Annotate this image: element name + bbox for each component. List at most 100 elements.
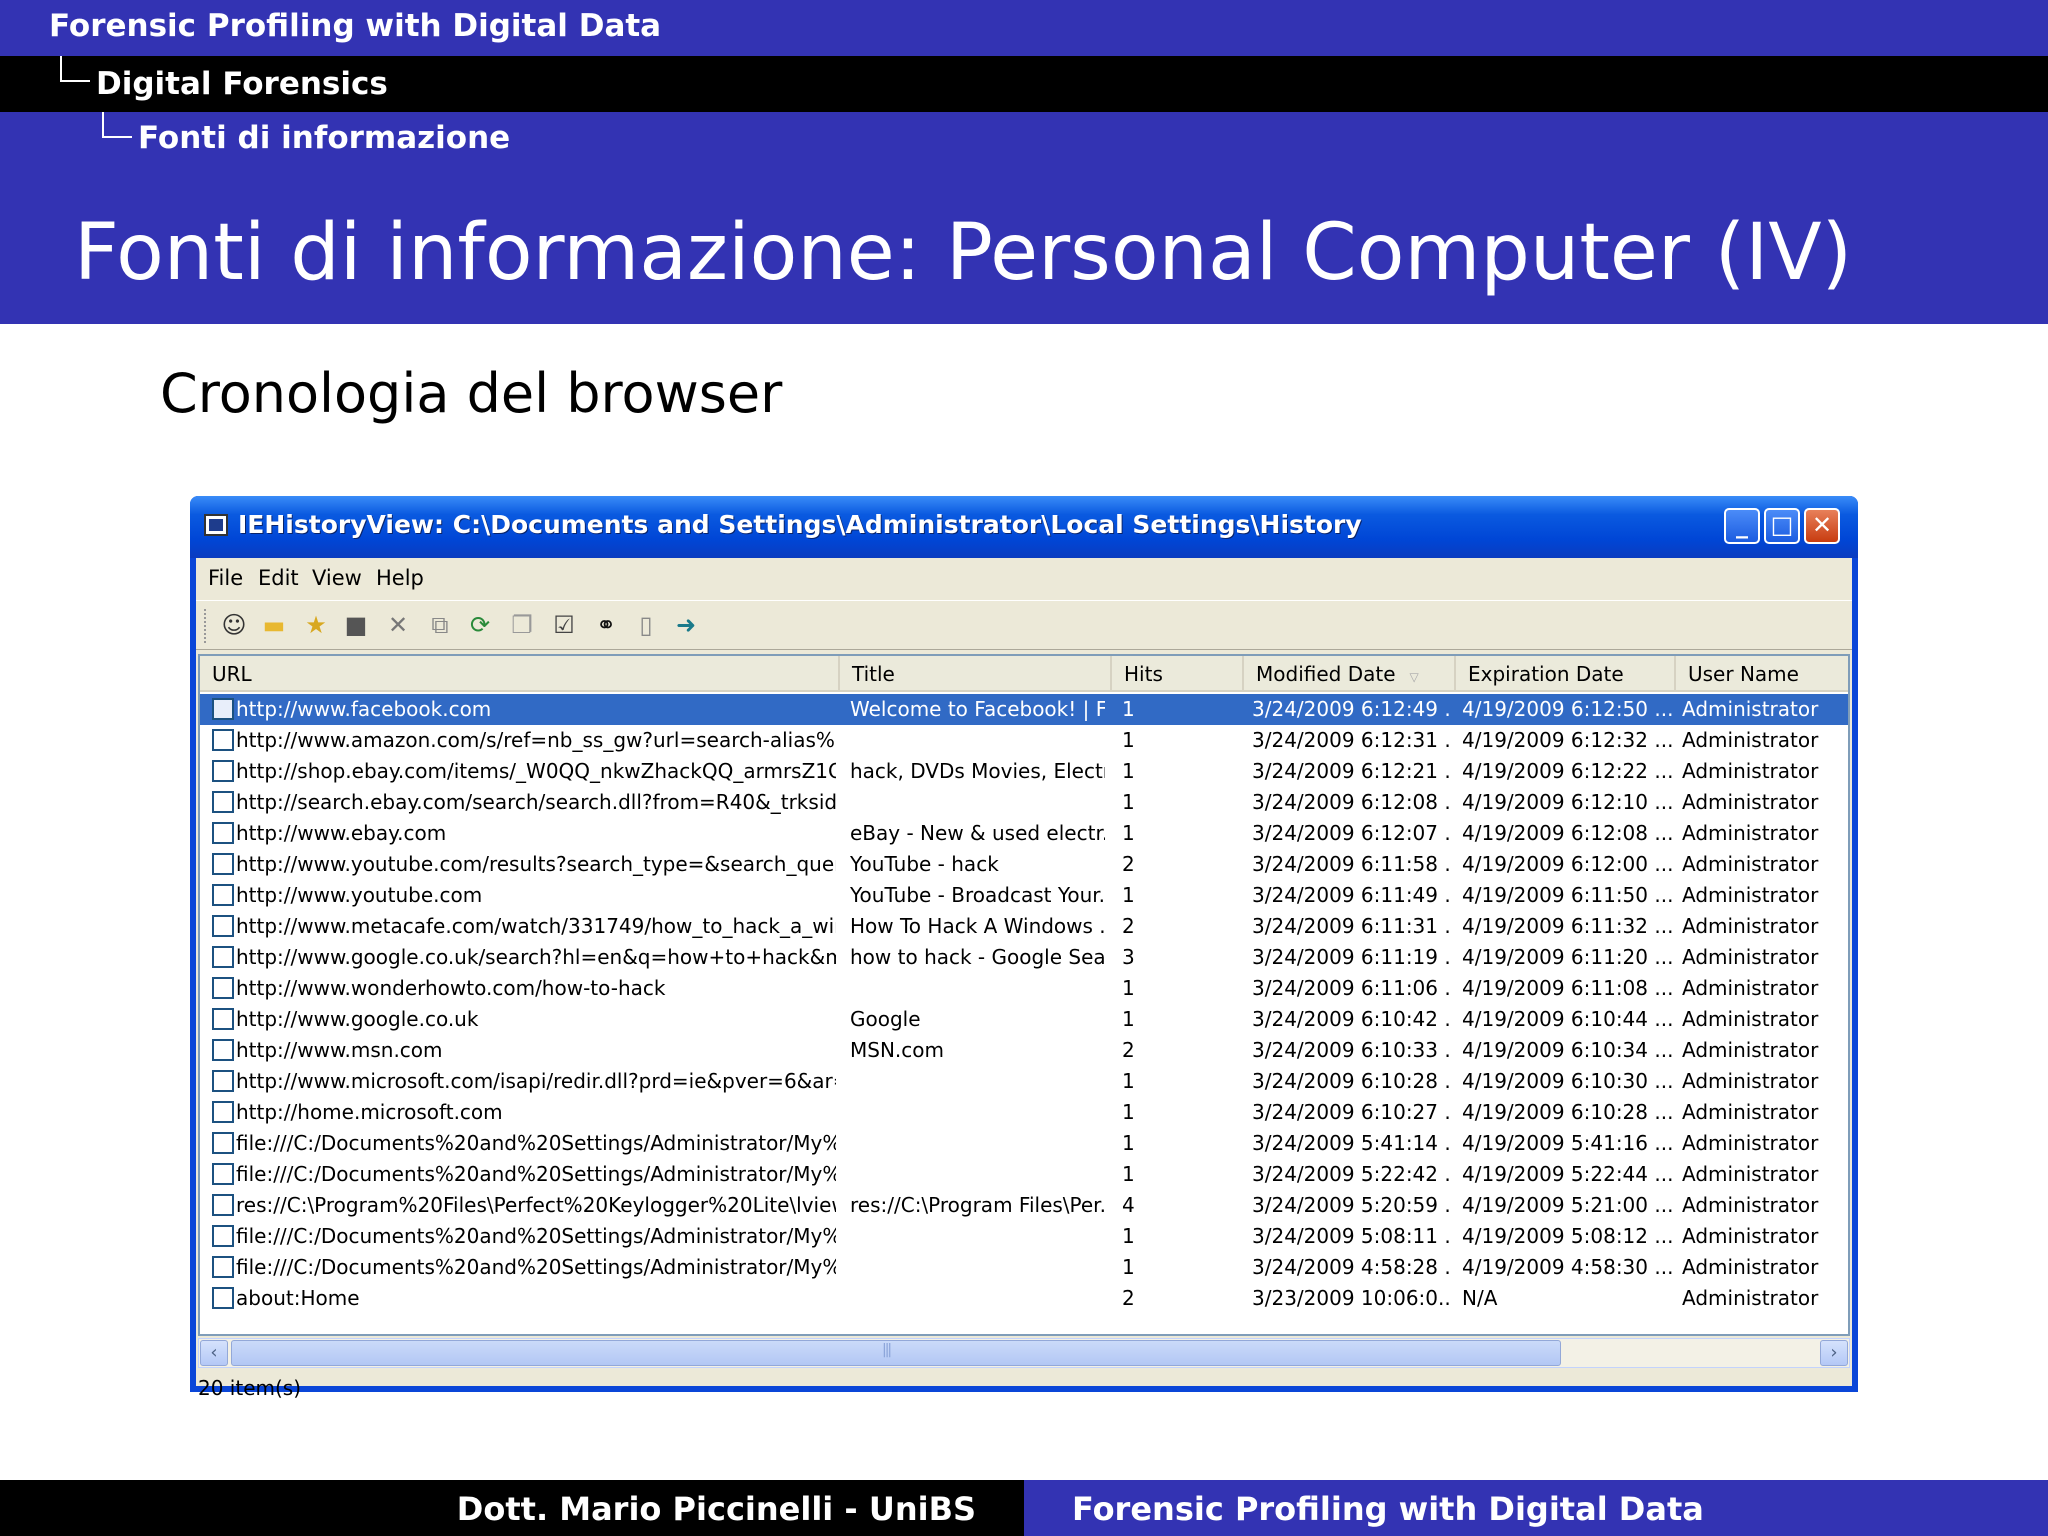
toolbar-grip[interactable] xyxy=(204,609,208,643)
cell-user-name: Administrator xyxy=(1682,1069,1819,1093)
header-section-bar: Forensic Profiling with Digital Data xyxy=(0,0,2048,56)
cell-title xyxy=(850,787,1105,818)
row-checkbox[interactable] xyxy=(212,1194,234,1216)
table-row[interactable]: http://home.microsoft.com 1 3/24/2009 6:10… xyxy=(200,1097,1848,1128)
cell-title: How To Hack A Windows ... xyxy=(850,914,1105,938)
cell-expiration-date: 4/19/2009 6:12:32 ... xyxy=(1462,728,1672,752)
table-row[interactable]: file:///C:/Documents%20and%20Settings/Ad… xyxy=(200,1252,1848,1283)
table-row[interactable]: http://search.ebay.com/search/search.dll… xyxy=(200,787,1848,818)
table-row[interactable]: http://www.youtube.com/results?search_ty… xyxy=(200,849,1848,880)
cell-expiration-date: 4/19/2009 6:10:28 ... xyxy=(1462,1100,1672,1124)
window-titlebar[interactable]: IEHistoryView: C:\Documents and Settings… xyxy=(190,496,1858,558)
delete-icon[interactable]: ✕ xyxy=(384,611,412,639)
favorites-folder-icon[interactable]: ★ xyxy=(302,611,330,639)
scroll-thumb[interactable] xyxy=(231,1340,1561,1366)
close-button[interactable]: ✕ xyxy=(1804,508,1840,544)
cell-user-name: Administrator xyxy=(1682,728,1819,752)
table-row[interactable]: http://www.google.co.uk/search?hl=en&q=h… xyxy=(200,942,1848,973)
table-row[interactable]: http://www.msn.com MSN.com 2 3/24/2009 6:10… xyxy=(200,1035,1848,1066)
column-header-title[interactable]: Title xyxy=(840,656,1112,692)
row-checkbox[interactable] xyxy=(212,698,234,720)
refresh-icon[interactable]: ⟳ xyxy=(466,611,494,639)
table-row[interactable]: file:///C:/Documents%20and%20Settings/Ad… xyxy=(200,1221,1848,1252)
table-row[interactable]: file:///C:/Documents%20and%20Settings/Ad… xyxy=(200,1159,1848,1190)
cell-hits: 2 xyxy=(1122,914,1135,938)
row-checkbox[interactable] xyxy=(212,760,234,782)
column-header-user-name[interactable]: User Name xyxy=(1676,656,1848,692)
app-icon[interactable] xyxy=(204,514,228,536)
row-checkbox[interactable] xyxy=(212,1163,234,1185)
menu-edit[interactable]: Edit xyxy=(258,566,299,590)
menu-file[interactable]: File xyxy=(208,566,243,590)
properties-icon[interactable]: ☑ xyxy=(550,611,578,639)
cell-title xyxy=(850,1221,1105,1252)
table-row[interactable]: about:Home 2 3/23/2009 10:06:0... N/A Admini… xyxy=(200,1283,1848,1314)
row-checkbox[interactable] xyxy=(212,1101,234,1123)
column-header-modified-date[interactable]: Modified Date ▽ xyxy=(1244,656,1456,692)
row-checkbox[interactable] xyxy=(212,1070,234,1092)
table-row[interactable]: http://www.amazon.com/s/ref=nb_ss_gw?url… xyxy=(200,725,1848,756)
cell-url: http://www.metacafe.com/watch/331749/how… xyxy=(236,914,836,938)
find-icon[interactable]: ⚭ xyxy=(592,611,620,639)
row-checkbox[interactable] xyxy=(212,1256,234,1278)
column-header-expiration-date[interactable]: Expiration Date xyxy=(1456,656,1676,692)
cell-title: res://C:\Program Files\Per... xyxy=(850,1193,1105,1217)
tree-connector xyxy=(102,112,132,138)
table-row[interactable]: http://shop.ebay.com/items/_W0QQ_nkwZhac… xyxy=(200,756,1848,787)
menu-help[interactable]: Help xyxy=(376,566,424,590)
horizontal-scrollbar[interactable]: ‹ › xyxy=(198,1338,1850,1368)
table-row[interactable]: http://www.microsoft.com/isapi/redir.dll… xyxy=(200,1066,1848,1097)
table-row[interactable]: http://www.facebook.com Welcome to Facebo… xyxy=(200,694,1848,725)
row-checkbox[interactable] xyxy=(212,853,234,875)
table-row[interactable]: http://www.google.co.uk Google 1 3/24/2009 … xyxy=(200,1004,1848,1035)
table-row[interactable]: res://C:\Program%20Files\Perfect%20Keylo… xyxy=(200,1190,1848,1221)
table-row[interactable]: file:///C:/Documents%20and%20Settings/Ad… xyxy=(200,1128,1848,1159)
scroll-right-button[interactable]: › xyxy=(1820,1340,1848,1366)
row-checkbox[interactable] xyxy=(212,791,234,813)
copy-url-icon[interactable]: ❐ xyxy=(508,611,536,639)
column-header-hits[interactable]: Hits xyxy=(1112,656,1244,692)
row-checkbox[interactable] xyxy=(212,946,234,968)
copy-icon[interactable]: ⧉ xyxy=(426,611,454,639)
row-checkbox[interactable] xyxy=(212,1039,234,1061)
table-row[interactable]: http://www.wonderhowto.com/how-to-hack 1 3… xyxy=(200,973,1848,1004)
row-checkbox[interactable] xyxy=(212,1008,234,1030)
folder-open-icon[interactable]: ▬ xyxy=(260,611,288,639)
cell-user-name: Administrator xyxy=(1682,852,1819,876)
toolbar: ☺ ▬ ★ ■ ✕ ⧉ ⟳ ❐ ☑ ⚭ ▯ ➜ xyxy=(196,600,1852,650)
exit-icon[interactable]: ➜ xyxy=(672,611,700,639)
row-checkbox[interactable] xyxy=(212,977,234,999)
cell-modified-date: 3/24/2009 4:58:28 ... xyxy=(1252,1255,1452,1279)
column-header-url[interactable]: URL xyxy=(200,656,840,692)
cell-expiration-date: 4/19/2009 6:11:08 ... xyxy=(1462,976,1672,1000)
row-checkbox[interactable] xyxy=(212,1225,234,1247)
minimize-button[interactable]: _ xyxy=(1724,508,1760,544)
cell-url: file:///C:/Documents%20and%20Settings/Ad… xyxy=(236,1162,836,1186)
cell-url: http://www.google.co.uk xyxy=(236,1007,479,1031)
maximize-button[interactable]: □ xyxy=(1764,508,1800,544)
row-checkbox[interactable] xyxy=(212,729,234,751)
row-checkbox[interactable] xyxy=(212,822,234,844)
cell-modified-date: 3/24/2009 6:10:28 ... xyxy=(1252,1069,1452,1093)
menu-view[interactable]: View xyxy=(312,566,362,590)
cell-hits: 1 xyxy=(1122,821,1135,845)
table-row[interactable]: http://www.metacafe.com/watch/331749/how… xyxy=(200,911,1848,942)
cell-hits: 1 xyxy=(1122,1131,1135,1155)
row-checkbox[interactable] xyxy=(212,1287,234,1309)
cell-url: http://search.ebay.com/search/search.dll… xyxy=(236,790,836,814)
save-icon[interactable]: ■ xyxy=(342,611,370,639)
cell-hits: 1 xyxy=(1122,1100,1135,1124)
header-subsection-title: Digital Forensics xyxy=(96,66,388,102)
cell-expiration-date: 4/19/2009 6:12:08 ... xyxy=(1462,821,1672,845)
cell-modified-date: 3/24/2009 6:12:49 ... xyxy=(1252,697,1452,721)
scroll-left-button[interactable]: ‹ xyxy=(200,1340,228,1366)
cell-user-name: Administrator xyxy=(1682,759,1819,783)
row-checkbox[interactable] xyxy=(212,915,234,937)
table-row[interactable]: http://www.ebay.com eBay - New & used ele… xyxy=(200,818,1848,849)
table-row[interactable]: http://www.youtube.com YouTube - Broadcas… xyxy=(200,880,1848,911)
history-list[interactable]: URL Title Hits Modified Date ▽ Expiration… xyxy=(198,654,1850,1336)
row-checkbox[interactable] xyxy=(212,1132,234,1154)
user-icon[interactable]: ☺ xyxy=(220,611,248,639)
html-report-icon[interactable]: ▯ xyxy=(632,611,660,639)
row-checkbox[interactable] xyxy=(212,884,234,906)
